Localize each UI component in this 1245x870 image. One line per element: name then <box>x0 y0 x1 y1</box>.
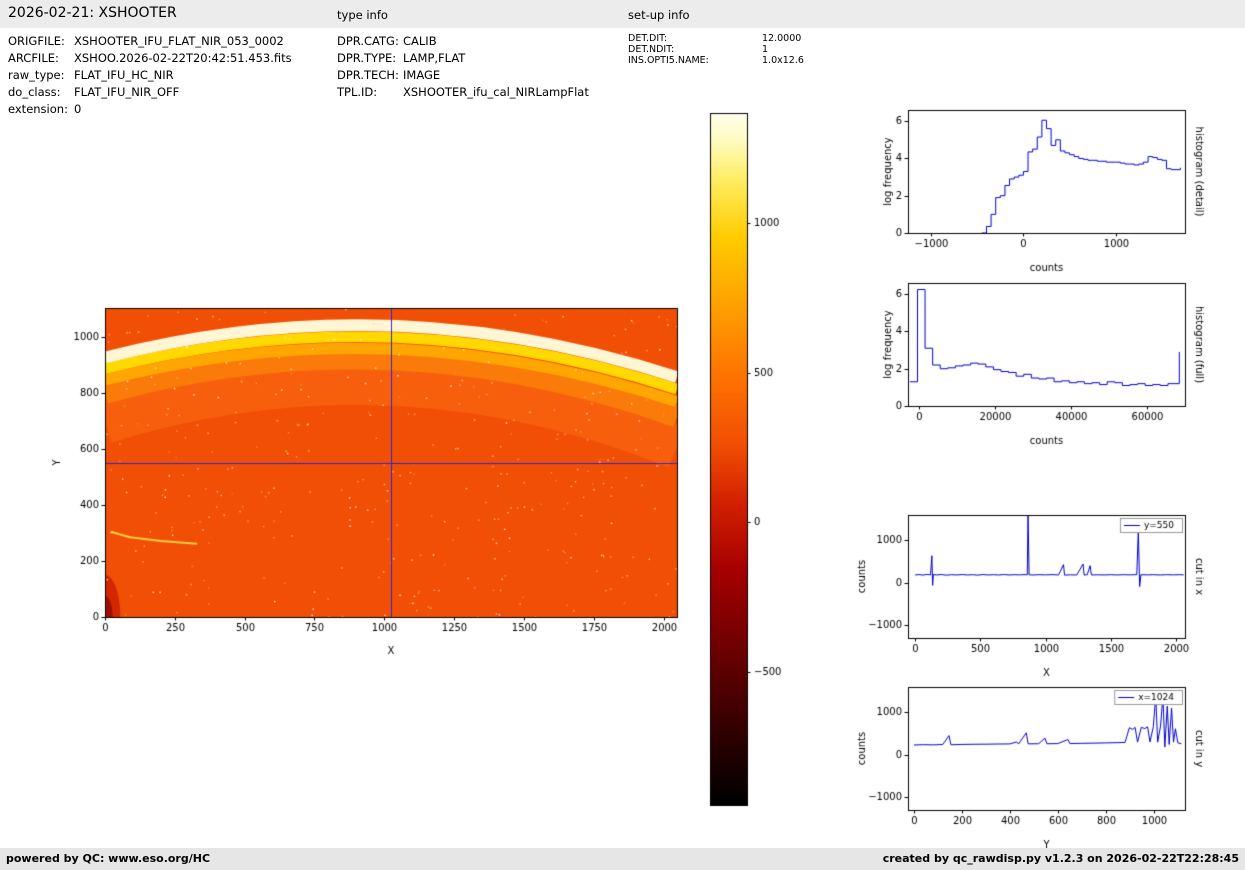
info-value: 0 <box>74 102 81 116</box>
colorbar <box>698 103 808 818</box>
cut-in-y-plot <box>850 672 1245 857</box>
info-value: XSHOO.2026-02-22T20:42:51.453.fits <box>74 51 292 65</box>
info-key: DET.DIT: <box>628 33 762 44</box>
histogram-full-plot <box>850 268 1245 453</box>
info-value: FLAT_IFU_NIR_OFF <box>74 85 179 99</box>
info-value: 1 <box>762 44 768 55</box>
info-value: XSHOOTER_ifu_cal_NIRLampFlat <box>403 85 589 99</box>
type-info-block: DPR.CATG:CALIB DPR.TYPE:LAMP,FLAT DPR.TE… <box>337 33 589 101</box>
info-row: INS.OPTI5.NAME:1.0x12.6 <box>628 55 804 66</box>
info-key: DPR.TECH: <box>337 67 403 84</box>
setup-info-section-label: set-up info <box>628 8 690 22</box>
created-by-text: created by qc_rawdisp.py v1.2.3 on 2026-… <box>883 852 1239 865</box>
file-info-block: ORIGFILE:XSHOOTER_IFU_FLAT_NIR_053_0002 … <box>8 33 292 118</box>
info-key: raw_type: <box>8 67 74 84</box>
info-value: CALIB <box>403 34 437 48</box>
info-key: INS.OPTI5.NAME: <box>628 55 762 66</box>
setup-info-block: DET.DIT:12.0000 DET.NDIT:1 INS.OPTI5.NAM… <box>628 33 804 66</box>
info-row: DPR.TYPE:LAMP,FLAT <box>337 50 589 67</box>
cut-in-x-plot <box>850 500 1245 685</box>
info-value: 12.0000 <box>762 33 801 44</box>
histogram-detail-plot <box>850 95 1245 280</box>
page-title: 2026-02-21: XSHOOTER <box>8 5 177 21</box>
info-value: IMAGE <box>403 68 440 82</box>
info-key: do_class: <box>8 84 74 101</box>
footer-bar: powered by QC: www.eso.org/HC created by… <box>0 848 1245 870</box>
info-value: FLAT_IFU_HC_NIR <box>74 68 174 82</box>
info-key: TPL.ID: <box>337 84 403 101</box>
info-row: TPL.ID:XSHOOTER_ifu_cal_NIRLampFlat <box>337 84 589 101</box>
info-row: DPR.TECH:IMAGE <box>337 67 589 84</box>
detector-image-plot <box>40 285 700 670</box>
info-row: DET.NDIT:1 <box>628 44 804 55</box>
type-info-section-label: type info <box>337 8 388 22</box>
info-row: ORIGFILE:XSHOOTER_IFU_FLAT_NIR_053_0002 <box>8 33 292 50</box>
info-row: raw_type:FLAT_IFU_HC_NIR <box>8 67 292 84</box>
info-row: do_class:FLAT_IFU_NIR_OFF <box>8 84 292 101</box>
info-row: ARCFILE:XSHOO.2026-02-22T20:42:51.453.fi… <box>8 50 292 67</box>
info-key: extension: <box>8 101 74 118</box>
info-value: XSHOOTER_IFU_FLAT_NIR_053_0002 <box>74 34 284 48</box>
info-key: DPR.TYPE: <box>337 50 403 67</box>
header-bar: 2026-02-21: XSHOOTER type info set-up in… <box>0 0 1245 28</box>
info-key: ARCFILE: <box>8 50 74 67</box>
info-row: DPR.CATG:CALIB <box>337 33 589 50</box>
info-key: ORIGFILE: <box>8 33 74 50</box>
powered-by-text: powered by QC: www.eso.org/HC <box>6 852 210 865</box>
info-key: DET.NDIT: <box>628 44 762 55</box>
info-row: extension:0 <box>8 101 292 118</box>
info-value: LAMP,FLAT <box>403 51 465 65</box>
info-row: DET.DIT:12.0000 <box>628 33 804 44</box>
info-value: 1.0x12.6 <box>762 55 804 66</box>
info-key: DPR.CATG: <box>337 33 403 50</box>
